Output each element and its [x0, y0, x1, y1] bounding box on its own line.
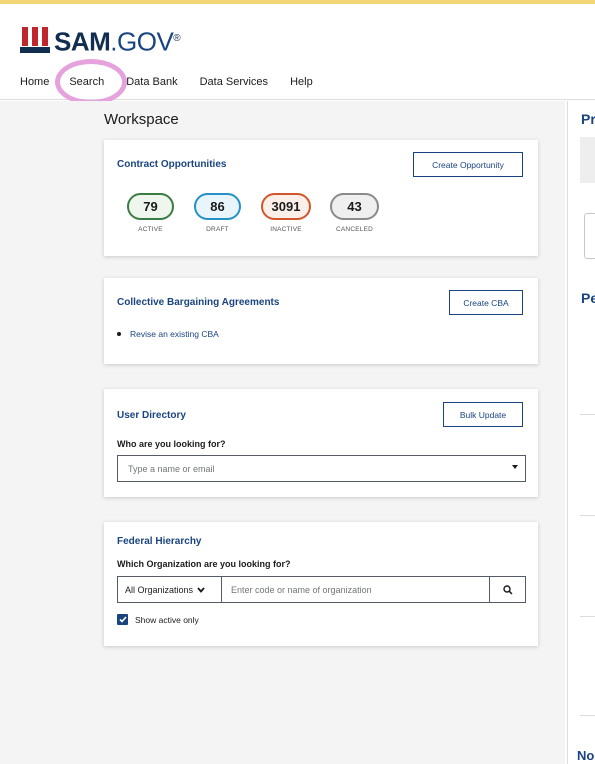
right-panel-heading-pr: Pr — [581, 111, 595, 127]
main-nav: Home Search Data Bank Data Services Help — [0, 64, 595, 100]
nav-data-services[interactable]: Data Services — [200, 76, 268, 88]
logo-trademark: ® — [173, 32, 181, 44]
draft-count-label: DRAFT — [206, 226, 229, 233]
right-side-panel: Pr Pe — [567, 101, 595, 764]
logo-gov: .GOV — [110, 26, 174, 57]
bullet-dot — [117, 332, 121, 336]
org-type-value: All Organizations — [125, 584, 194, 595]
chevron-down-icon — [197, 586, 205, 593]
canceled-count-pill[interactable]: 43 — [330, 193, 379, 220]
sam-gov-logo[interactable]: SAM.GOV® — [20, 24, 181, 57]
active-count-pill[interactable]: 79 — [127, 193, 174, 220]
inactive-count-pill[interactable]: 3091 — [261, 193, 311, 220]
org-type-select[interactable]: All Organizations — [118, 577, 222, 602]
inactive-count-label: INACTIVE — [270, 226, 302, 233]
top-accent-bar — [0, 0, 595, 4]
org-search-button[interactable] — [489, 577, 525, 602]
cba-title[interactable]: Collective Bargaining Agreements — [117, 297, 279, 308]
federal-hierarchy-card: Federal Hierarchy Which Organization are… — [104, 522, 538, 646]
user-directory-card: User Directory Bulk Update Who are you l… — [104, 389, 538, 497]
workspace-title: Workspace — [104, 111, 179, 128]
right-panel-heading-no: No — [577, 748, 595, 763]
user-search-label: Who are you looking for? — [117, 439, 226, 449]
org-search-placeholder: Enter code or name of organization — [231, 584, 372, 595]
draft-count-pill[interactable]: 86 — [194, 193, 241, 220]
user-search-input[interactable]: Type a name or email — [117, 455, 526, 482]
user-directory-title[interactable]: User Directory — [117, 410, 186, 421]
create-cba-button[interactable]: Create CBA — [449, 290, 523, 315]
right-panel-divider — [580, 515, 595, 516]
right-panel-grey-box — [580, 137, 595, 183]
org-search-row: All Organizations Enter code or name of … — [117, 576, 526, 603]
show-active-only-checkbox[interactable] — [117, 614, 128, 625]
nav-home[interactable]: Home — [20, 76, 49, 88]
org-search-label: Which Organization are you looking for? — [117, 559, 291, 569]
federal-hierarchy-title[interactable]: Federal Hierarchy — [117, 536, 202, 547]
show-active-only-label: Show active only — [135, 614, 199, 625]
capitol-flag-icon — [20, 27, 50, 53]
right-panel-divider — [580, 414, 595, 415]
contract-opportunities-title[interactable]: Contract Opportunities — [117, 159, 226, 170]
org-search-input[interactable]: Enter code or name of organization — [222, 577, 489, 602]
revise-cba-link-text: Revise an existing CBA — [130, 329, 219, 339]
bulk-update-button[interactable]: Bulk Update — [443, 402, 523, 427]
right-panel-divider — [580, 715, 595, 716]
canceled-count-label: CANCELED — [336, 226, 373, 233]
show-active-only-row: Show active only — [117, 614, 199, 625]
nav-search[interactable]: Search — [69, 76, 104, 88]
logo-brand: SAM — [54, 26, 111, 57]
nav-data-bank[interactable]: Data Bank — [126, 76, 177, 88]
create-opportunity-button[interactable]: Create Opportunity — [413, 152, 523, 177]
right-panel-heading-pe: Pe — [581, 290, 595, 306]
active-count-label: ACTIVE — [138, 226, 163, 233]
revise-cba-link[interactable]: Revise an existing CBA — [117, 329, 219, 339]
right-panel-divider — [580, 616, 595, 617]
user-search-placeholder: Type a name or email — [128, 463, 215, 474]
checkmark-icon — [118, 616, 127, 623]
search-icon — [502, 584, 513, 595]
cba-card: Collective Bargaining Agreements Create … — [104, 278, 538, 364]
right-panel-outline-box[interactable] — [584, 213, 595, 259]
dropdown-caret-icon — [512, 465, 518, 469]
nav-help[interactable]: Help — [290, 76, 313, 88]
contract-opportunities-card: Contract Opportunities Create Opportunit… — [104, 140, 538, 256]
